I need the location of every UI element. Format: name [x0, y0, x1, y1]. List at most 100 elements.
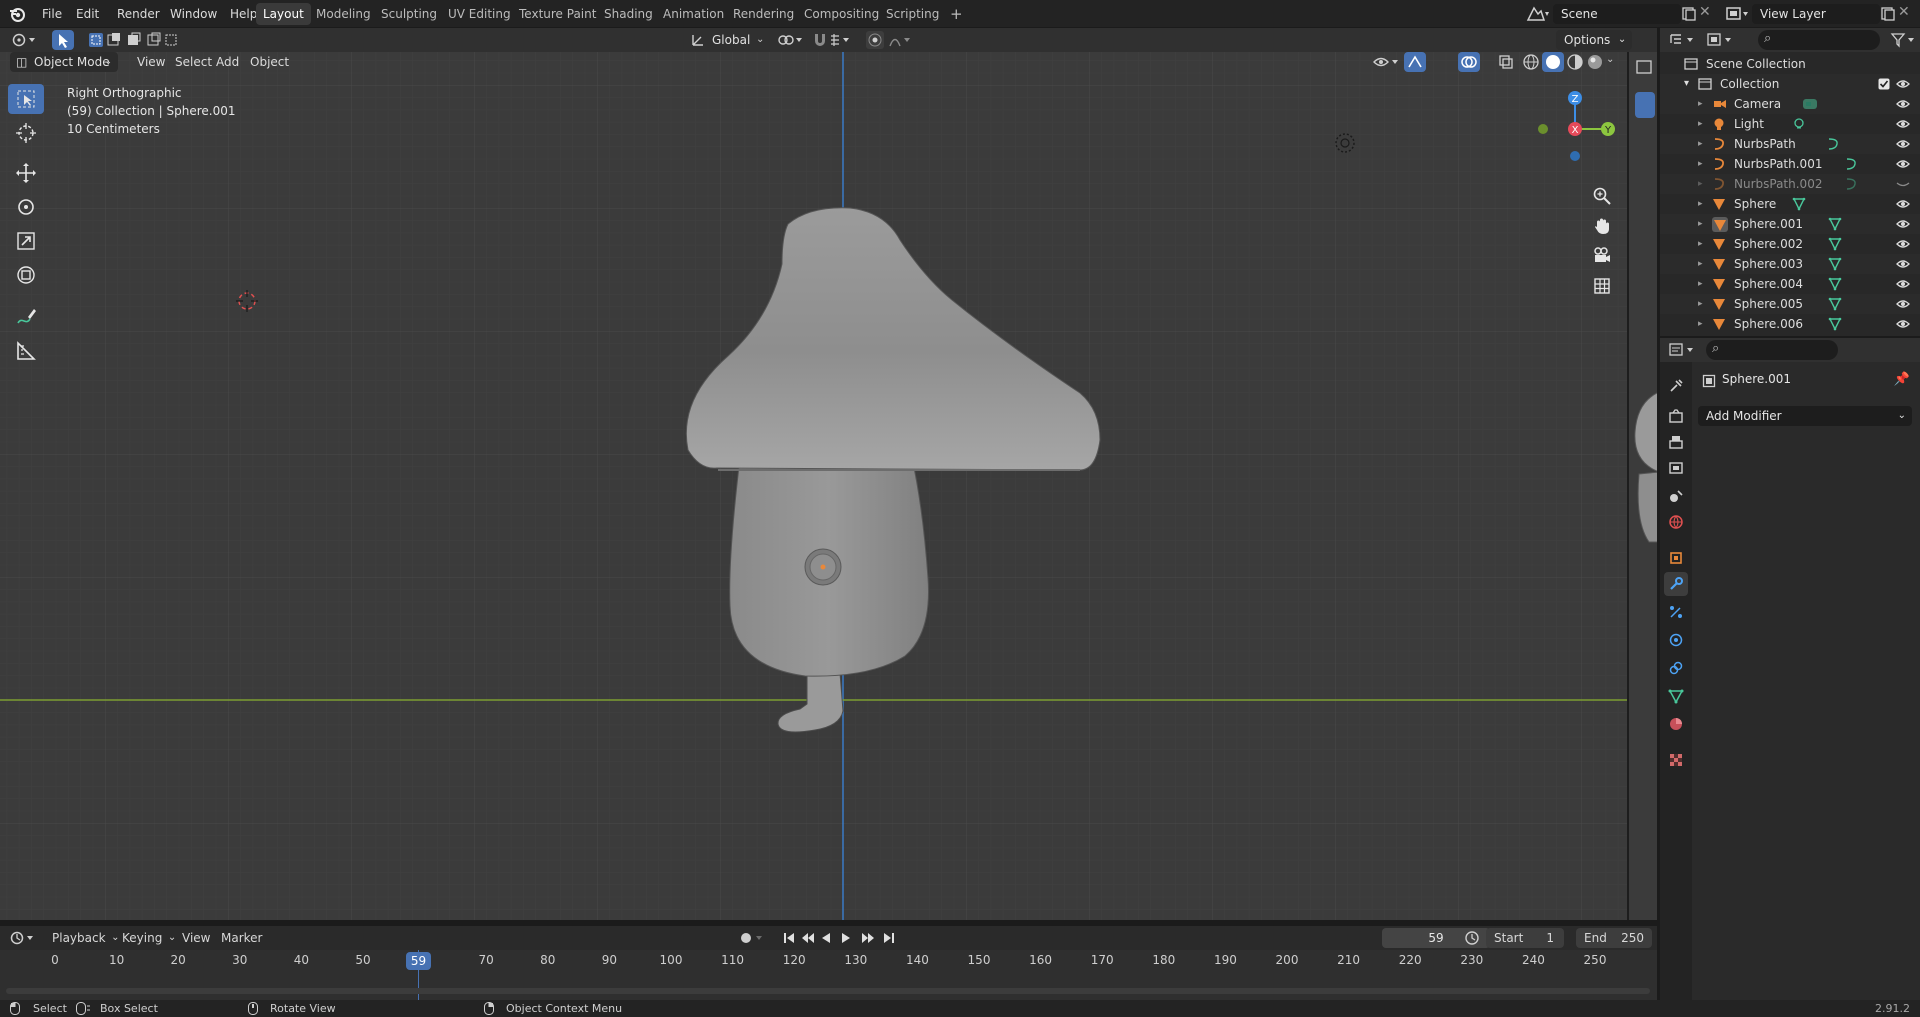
- eye-icon[interactable]: [1896, 198, 1910, 210]
- mesh-data-icon[interactable]: [1828, 257, 1842, 271]
- pivot-point-icon[interactable]: [776, 31, 806, 49]
- scene-tab-icon[interactable]: [1664, 484, 1688, 508]
- view-layer-icon[interactable]: [1724, 4, 1750, 24]
- outliner-item-sphere-003[interactable]: ▸ Sphere.003: [1660, 254, 1920, 274]
- tab-modeling[interactable]: Modeling: [309, 3, 378, 25]
- scale-tool[interactable]: [8, 226, 44, 256]
- pin-icon[interactable]: 📌: [1894, 372, 1910, 387]
- new-scene-icon[interactable]: [1681, 6, 1697, 22]
- curve-data-icon[interactable]: [1826, 137, 1840, 151]
- mesh-data-icon[interactable]: [1828, 277, 1842, 291]
- world-tab-icon[interactable]: [1664, 510, 1688, 534]
- tab-sculpting[interactable]: Sculpting: [374, 3, 444, 25]
- shading-wireframe-icon[interactable]: [1522, 53, 1540, 71]
- tab-texture-paint[interactable]: Texture Paint: [512, 3, 603, 25]
- curve-data-icon[interactable]: [1844, 177, 1858, 191]
- gizmo-y-label[interactable]: Y: [1604, 125, 1612, 136]
- tab-uv-editing[interactable]: UV Editing: [441, 3, 518, 25]
- select-box-tool[interactable]: [8, 84, 44, 114]
- 3d-viewport[interactable]: Object Mode ◫ ⌄ View Select Add Object R…: [0, 28, 1627, 920]
- blender-logo-icon[interactable]: [8, 5, 26, 23]
- outliner-item-sphere-002[interactable]: ▸ Sphere.002: [1660, 234, 1920, 254]
- record-keyframe-icon[interactable]: [738, 930, 768, 946]
- area-divider[interactable]: [1657, 28, 1660, 1000]
- secondary-viewport-strip[interactable]: [1627, 52, 1657, 920]
- viewport-menu-view[interactable]: View: [131, 52, 171, 72]
- viewport-menu-add[interactable]: Add: [210, 52, 245, 72]
- expand-arrow-icon[interactable]: ▸: [1698, 274, 1703, 294]
- shading-solid-icon[interactable]: [1542, 52, 1564, 72]
- outliner-item-sphere[interactable]: ▸ Sphere: [1660, 194, 1920, 214]
- overlay-toggle-icon[interactable]: [1458, 52, 1480, 72]
- menu-file[interactable]: File: [36, 4, 68, 24]
- delete-view-layer-icon[interactable]: ✕: [1898, 4, 1910, 20]
- options-dropdown[interactable]: Options ⌄: [1556, 30, 1633, 50]
- light-gizmo-icon[interactable]: [1332, 130, 1358, 156]
- add-workspace-button[interactable]: +: [943, 3, 970, 25]
- falloff-curve-icon[interactable]: [888, 31, 914, 49]
- mushroom-model[interactable]: [560, 178, 1120, 738]
- outliner-item-camera[interactable]: ▸ Camera: [1660, 94, 1920, 114]
- mesh-data-icon[interactable]: [1828, 317, 1842, 331]
- outliner-item-nurbspath[interactable]: ▸ NurbsPath: [1660, 134, 1920, 154]
- camera-data-icon[interactable]: [1802, 97, 1818, 111]
- menu-window[interactable]: Window: [164, 4, 223, 24]
- expand-arrow-icon[interactable]: ▸: [1698, 154, 1703, 174]
- gizmo-x-label[interactable]: X: [1572, 125, 1579, 136]
- outliner-item-sphere-001[interactable]: ▸ Sphere.001: [1660, 214, 1920, 234]
- outliner-editor-type-icon[interactable]: [1668, 31, 1698, 49]
- visibility-toggle-icon[interactable]: [1372, 54, 1400, 70]
- tool-tab-icon[interactable]: [1664, 374, 1688, 398]
- outliner-item-sphere-006[interactable]: ▸ Sphere.006: [1660, 314, 1920, 334]
- expand-arrow-icon[interactable]: ▸: [1698, 234, 1703, 254]
- area-divider-horizontal[interactable]: [1660, 336, 1920, 338]
- timeline-editor-type-icon[interactable]: [8, 929, 38, 947]
- marker-menu[interactable]: Marker: [215, 928, 268, 948]
- eye-icon[interactable]: [1896, 318, 1910, 330]
- tab-layout[interactable]: Layout: [256, 3, 311, 25]
- outliner-scene-collection[interactable]: Scene Collection: [1660, 54, 1920, 74]
- move-tool[interactable]: [8, 158, 44, 188]
- expand-arrow-icon[interactable]: ▸: [1698, 174, 1703, 194]
- expand-arrow-icon[interactable]: ▸: [1698, 214, 1703, 234]
- menu-edit[interactable]: Edit: [70, 4, 105, 24]
- camera-view-icon[interactable]: [1588, 242, 1616, 270]
- eye-icon[interactable]: [1896, 98, 1910, 110]
- mesh-data-icon[interactable]: [1828, 297, 1842, 311]
- menu-render[interactable]: Render: [111, 4, 166, 24]
- playback-menu[interactable]: Playback ⌄: [46, 928, 124, 948]
- expand-arrow-icon[interactable]: ▾: [1684, 74, 1689, 94]
- 3d-cursor-icon[interactable]: [235, 289, 259, 313]
- delete-scene-icon[interactable]: ✕: [1699, 4, 1711, 20]
- data-tab-icon[interactable]: [1664, 684, 1688, 708]
- shading-rendered-icon[interactable]: [1586, 53, 1604, 71]
- expand-arrow-icon[interactable]: ▸: [1698, 134, 1703, 154]
- eye-icon[interactable]: [1896, 78, 1910, 90]
- curve-data-icon[interactable]: [1844, 157, 1858, 171]
- tab-rendering[interactable]: Rendering: [726, 3, 801, 25]
- scene-field[interactable]: Scene: [1553, 4, 1681, 24]
- eye-icon[interactable]: [1896, 158, 1910, 170]
- tab-scripting[interactable]: Scripting: [879, 3, 946, 25]
- timeline-scrollbar[interactable]: [6, 988, 1650, 994]
- xray-toggle-icon[interactable]: [1498, 54, 1514, 70]
- particles-tab-icon[interactable]: [1664, 600, 1688, 624]
- navigation-gizmo[interactable]: Z X Y: [1530, 86, 1620, 176]
- modifier-tab-icon[interactable]: [1664, 572, 1688, 596]
- eye-icon[interactable]: [1896, 118, 1910, 130]
- eye-icon[interactable]: [1896, 238, 1910, 250]
- expand-arrow-icon[interactable]: ▸: [1698, 314, 1703, 334]
- object-tab-icon[interactable]: [1664, 546, 1688, 570]
- filter-icon[interactable]: [1890, 31, 1918, 49]
- shading-dropdown-icon[interactable]: ⌄: [1606, 54, 1614, 65]
- view-layer-field[interactable]: View Layer: [1752, 4, 1880, 24]
- pan-hand-icon[interactable]: [1588, 212, 1616, 240]
- outliner-item-light[interactable]: ▸ Light: [1660, 114, 1920, 134]
- secondary-editor-icon[interactable]: [1633, 56, 1655, 80]
- eye-icon[interactable]: [1896, 298, 1910, 310]
- outliner-collection[interactable]: ▾ Collection: [1660, 74, 1920, 94]
- tab-compositing[interactable]: Compositing: [797, 3, 886, 25]
- frame-ruler[interactable]: 0 10 20 30 40 50 70 80 90 100 110 120 130 140 150 160 17…: [0, 950, 1657, 1000]
- mesh-data-icon[interactable]: [1792, 197, 1806, 211]
- constraints-tab-icon[interactable]: [1664, 656, 1688, 680]
